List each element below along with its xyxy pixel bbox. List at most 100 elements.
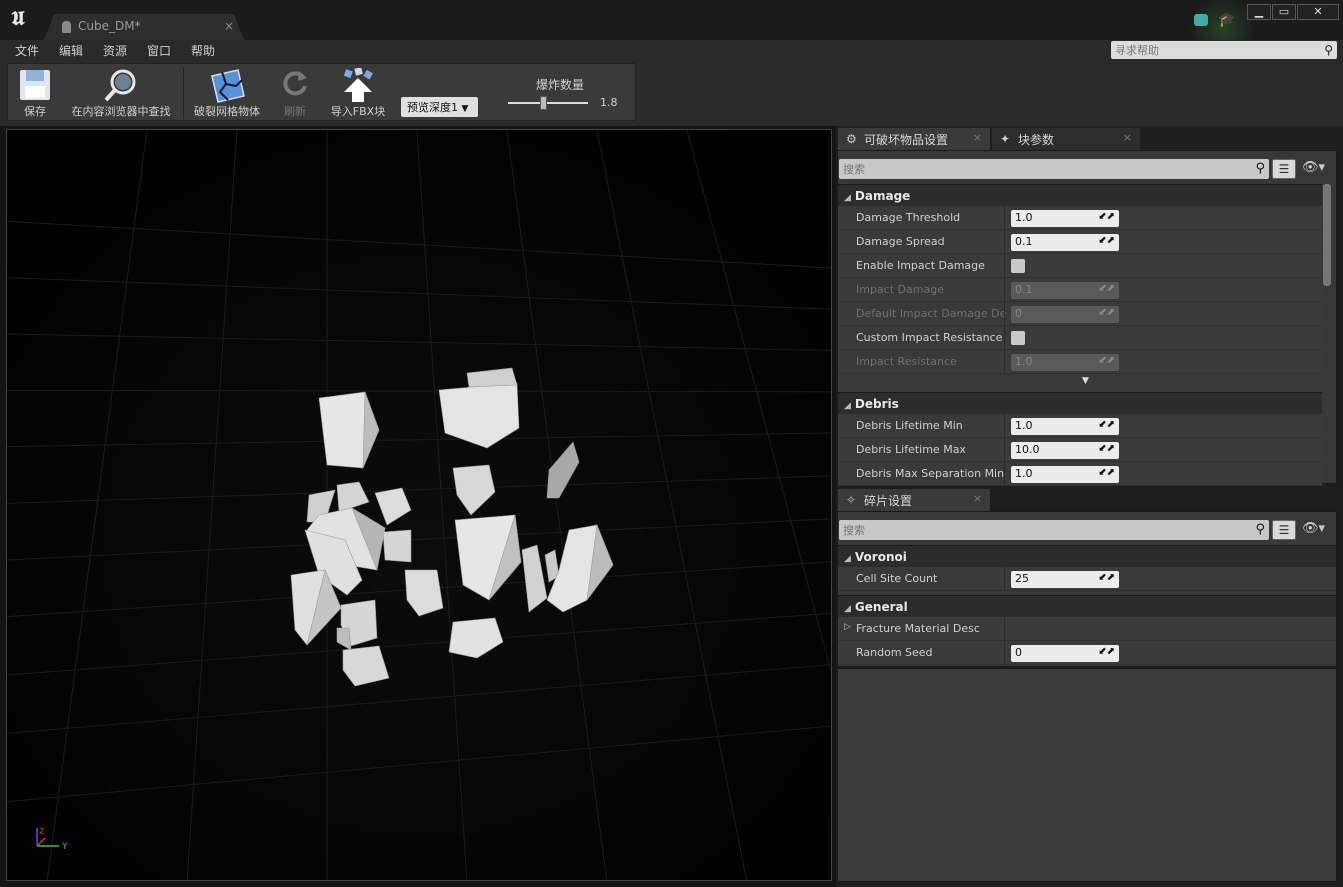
drag-arrows-icon: ⬋⬈ bbox=[1098, 283, 1115, 294]
enable-impact-damage-checkbox[interactable] bbox=[1011, 259, 1025, 273]
property-label: Debris Lifetime Max bbox=[856, 443, 966, 456]
explode-amount-value: 1.8 bbox=[600, 96, 618, 109]
fracture-mesh-button[interactable]: 破裂网格物体 bbox=[188, 66, 266, 120]
property-fracture-material-desc[interactable]: ▷ Fracture Material Desc bbox=[838, 617, 1336, 641]
menu-asset[interactable]: 资源 bbox=[103, 42, 127, 59]
close-tab-icon[interactable]: × bbox=[224, 19, 234, 33]
column-divider[interactable] bbox=[1004, 617, 1005, 641]
fracture-panel-empty-area bbox=[837, 668, 1337, 882]
property-debris-lifetime-min: Debris Lifetime Min 1.0 ⬋⬈ bbox=[838, 414, 1322, 438]
column-divider[interactable] bbox=[1004, 350, 1005, 374]
fracture-icon: ✧ bbox=[846, 493, 857, 507]
close-tab-icon[interactable]: × bbox=[973, 131, 982, 144]
column-divider[interactable] bbox=[1004, 206, 1005, 230]
property-enable-impact-damage: Enable Impact Damage bbox=[838, 254, 1322, 278]
drag-arrows-icon: ⬋⬈ bbox=[1098, 572, 1115, 583]
column-divider[interactable] bbox=[1004, 567, 1005, 591]
property-label: Impact Damage bbox=[856, 283, 944, 296]
column-divider[interactable] bbox=[1004, 414, 1005, 438]
refresh-icon bbox=[283, 71, 307, 96]
fracture-search-input[interactable] bbox=[839, 520, 1219, 540]
column-divider[interactable] bbox=[1004, 326, 1005, 350]
document-tab[interactable]: Cube_DM* × bbox=[44, 14, 244, 40]
gear-icon: ⚙ bbox=[846, 132, 857, 146]
preview-depth-dropdown[interactable]: 预览深度1 ▼ bbox=[401, 97, 478, 117]
field-value: 0 bbox=[1015, 307, 1022, 320]
property-matrix-button[interactable]: ☰ bbox=[1272, 159, 1296, 179]
tab-fracture-settings-label: 碎片设置 bbox=[864, 494, 913, 508]
property-label: Enable Impact Damage bbox=[856, 259, 985, 272]
maximize-button[interactable]: ▭ bbox=[1272, 4, 1296, 20]
view-options-eye-icon[interactable]: 👁▾ bbox=[1302, 521, 1325, 536]
minimize-button[interactable]: ▁ bbox=[1247, 4, 1271, 20]
damage-threshold-field[interactable]: 1.0 ⬋⬈ bbox=[1011, 210, 1119, 227]
refresh-button[interactable]: 刷新 bbox=[274, 66, 316, 120]
close-window-button[interactable]: ✕ bbox=[1297, 4, 1339, 20]
search-icon[interactable]: ⚲ bbox=[1255, 161, 1265, 176]
column-divider[interactable] bbox=[1004, 230, 1005, 254]
property-label: Default Impact Damage Depth bbox=[856, 307, 1006, 320]
menu-edit[interactable]: 编辑 bbox=[59, 42, 83, 59]
drag-arrows-icon: ⬋⬈ bbox=[1098, 443, 1115, 454]
search-icon[interactable]: ⚲ bbox=[1255, 522, 1265, 537]
menu-help[interactable]: 帮助 bbox=[191, 42, 215, 59]
category-damage-title: Damage bbox=[854, 189, 911, 203]
column-divider[interactable] bbox=[1004, 462, 1005, 486]
field-value: 1.0 bbox=[1015, 419, 1033, 432]
debris-lifetime-max-field[interactable]: 10.0 ⬋⬈ bbox=[1011, 442, 1119, 459]
property-label: Custom Impact Resistance bbox=[856, 331, 1003, 344]
tab-chunk-parameters[interactable]: ✦ 块参数 × bbox=[992, 128, 1140, 150]
explode-amount-slider-thumb[interactable] bbox=[540, 96, 547, 110]
view-options-eye-icon[interactable]: 👁▾ bbox=[1302, 160, 1325, 175]
property-custom-impact-resistance: Custom Impact Resistance bbox=[838, 326, 1322, 350]
property-damage-threshold: Damage Threshold 1.0 ⬋⬈ bbox=[838, 206, 1322, 230]
column-divider[interactable] bbox=[1004, 641, 1005, 665]
search-icon[interactable]: ⚲ bbox=[1324, 43, 1333, 57]
fracture-mesh-label: 破裂网格物体 bbox=[194, 105, 260, 118]
details-search-input[interactable] bbox=[839, 159, 1219, 179]
tab-fracture-settings[interactable]: ✧ 碎片设置 × bbox=[838, 489, 990, 511]
explode-amount-slider-track[interactable] bbox=[508, 102, 588, 104]
import-fbx-label: 导入FBX块 bbox=[330, 105, 386, 118]
save-button[interactable]: 保存 bbox=[12, 66, 58, 120]
graduation-cap-icon[interactable]: 🎓 bbox=[1218, 13, 1235, 27]
column-divider[interactable] bbox=[1004, 254, 1005, 278]
damage-spread-field[interactable]: 0.1 ⬋⬈ bbox=[1011, 234, 1119, 251]
cell-site-count-field[interactable]: 25 ⬋⬈ bbox=[1011, 571, 1119, 588]
property-impact-resistance: Impact Resistance 1.0 ⬋⬈ bbox=[838, 350, 1322, 374]
property-label: Cell Site Count bbox=[856, 572, 938, 585]
column-divider[interactable] bbox=[1004, 278, 1005, 302]
details-scrollbar[interactable] bbox=[1323, 184, 1331, 286]
property-matrix-button[interactable]: ☰ bbox=[1272, 520, 1296, 540]
help-search-input[interactable] bbox=[1111, 41, 1311, 59]
category-general[interactable]: ◢ General bbox=[838, 595, 1336, 617]
debris-max-separation-min-field[interactable]: 1.0 ⬋⬈ bbox=[1011, 466, 1119, 483]
random-seed-field[interactable]: 0 ⬋⬈ bbox=[1011, 645, 1119, 662]
expand-triangle-icon[interactable]: ▷ bbox=[844, 622, 851, 632]
axis-z-label: Z bbox=[39, 827, 45, 836]
drag-arrows-icon: ⬋⬈ bbox=[1098, 235, 1115, 246]
column-divider[interactable] bbox=[1004, 438, 1005, 462]
import-fbx-chunks-button[interactable]: 导入FBX块 bbox=[324, 66, 392, 120]
column-divider[interactable] bbox=[1004, 302, 1005, 326]
fracture-mesh-icon bbox=[211, 69, 245, 103]
custom-impact-resistance-checkbox[interactable] bbox=[1011, 331, 1025, 345]
magnifier-icon bbox=[104, 69, 136, 102]
viewport[interactable]: Z Y bbox=[6, 129, 832, 881]
find-in-content-browser-button[interactable]: 在内容浏览器中查找 bbox=[64, 66, 178, 120]
title-bar: 𝖀 Cube_DM* × bbox=[0, 0, 1343, 40]
chat-icon[interactable] bbox=[1194, 14, 1208, 26]
field-value: 0.1 bbox=[1015, 283, 1033, 296]
tab-chunk-parameters-label: 块参数 bbox=[1018, 133, 1055, 147]
debris-lifetime-min-field[interactable]: 1.0 ⬋⬈ bbox=[1011, 418, 1119, 435]
tab-destructible-settings[interactable]: ⚙ 可破坏物品设置 × bbox=[838, 128, 990, 150]
close-tab-icon[interactable]: × bbox=[973, 492, 982, 505]
category-voronoi[interactable]: ◢ Voronoi bbox=[838, 545, 1336, 567]
category-debris[interactable]: ◢ Debris bbox=[838, 392, 1322, 414]
category-general-title: General bbox=[854, 600, 908, 614]
close-tab-icon[interactable]: × bbox=[1123, 131, 1132, 144]
expand-arrow-icon[interactable]: ▼ bbox=[838, 376, 1333, 390]
menu-window[interactable]: 窗口 bbox=[147, 42, 171, 59]
category-damage[interactable]: ◢ Damage bbox=[838, 184, 1322, 206]
menu-file[interactable]: 文件 bbox=[15, 42, 39, 59]
